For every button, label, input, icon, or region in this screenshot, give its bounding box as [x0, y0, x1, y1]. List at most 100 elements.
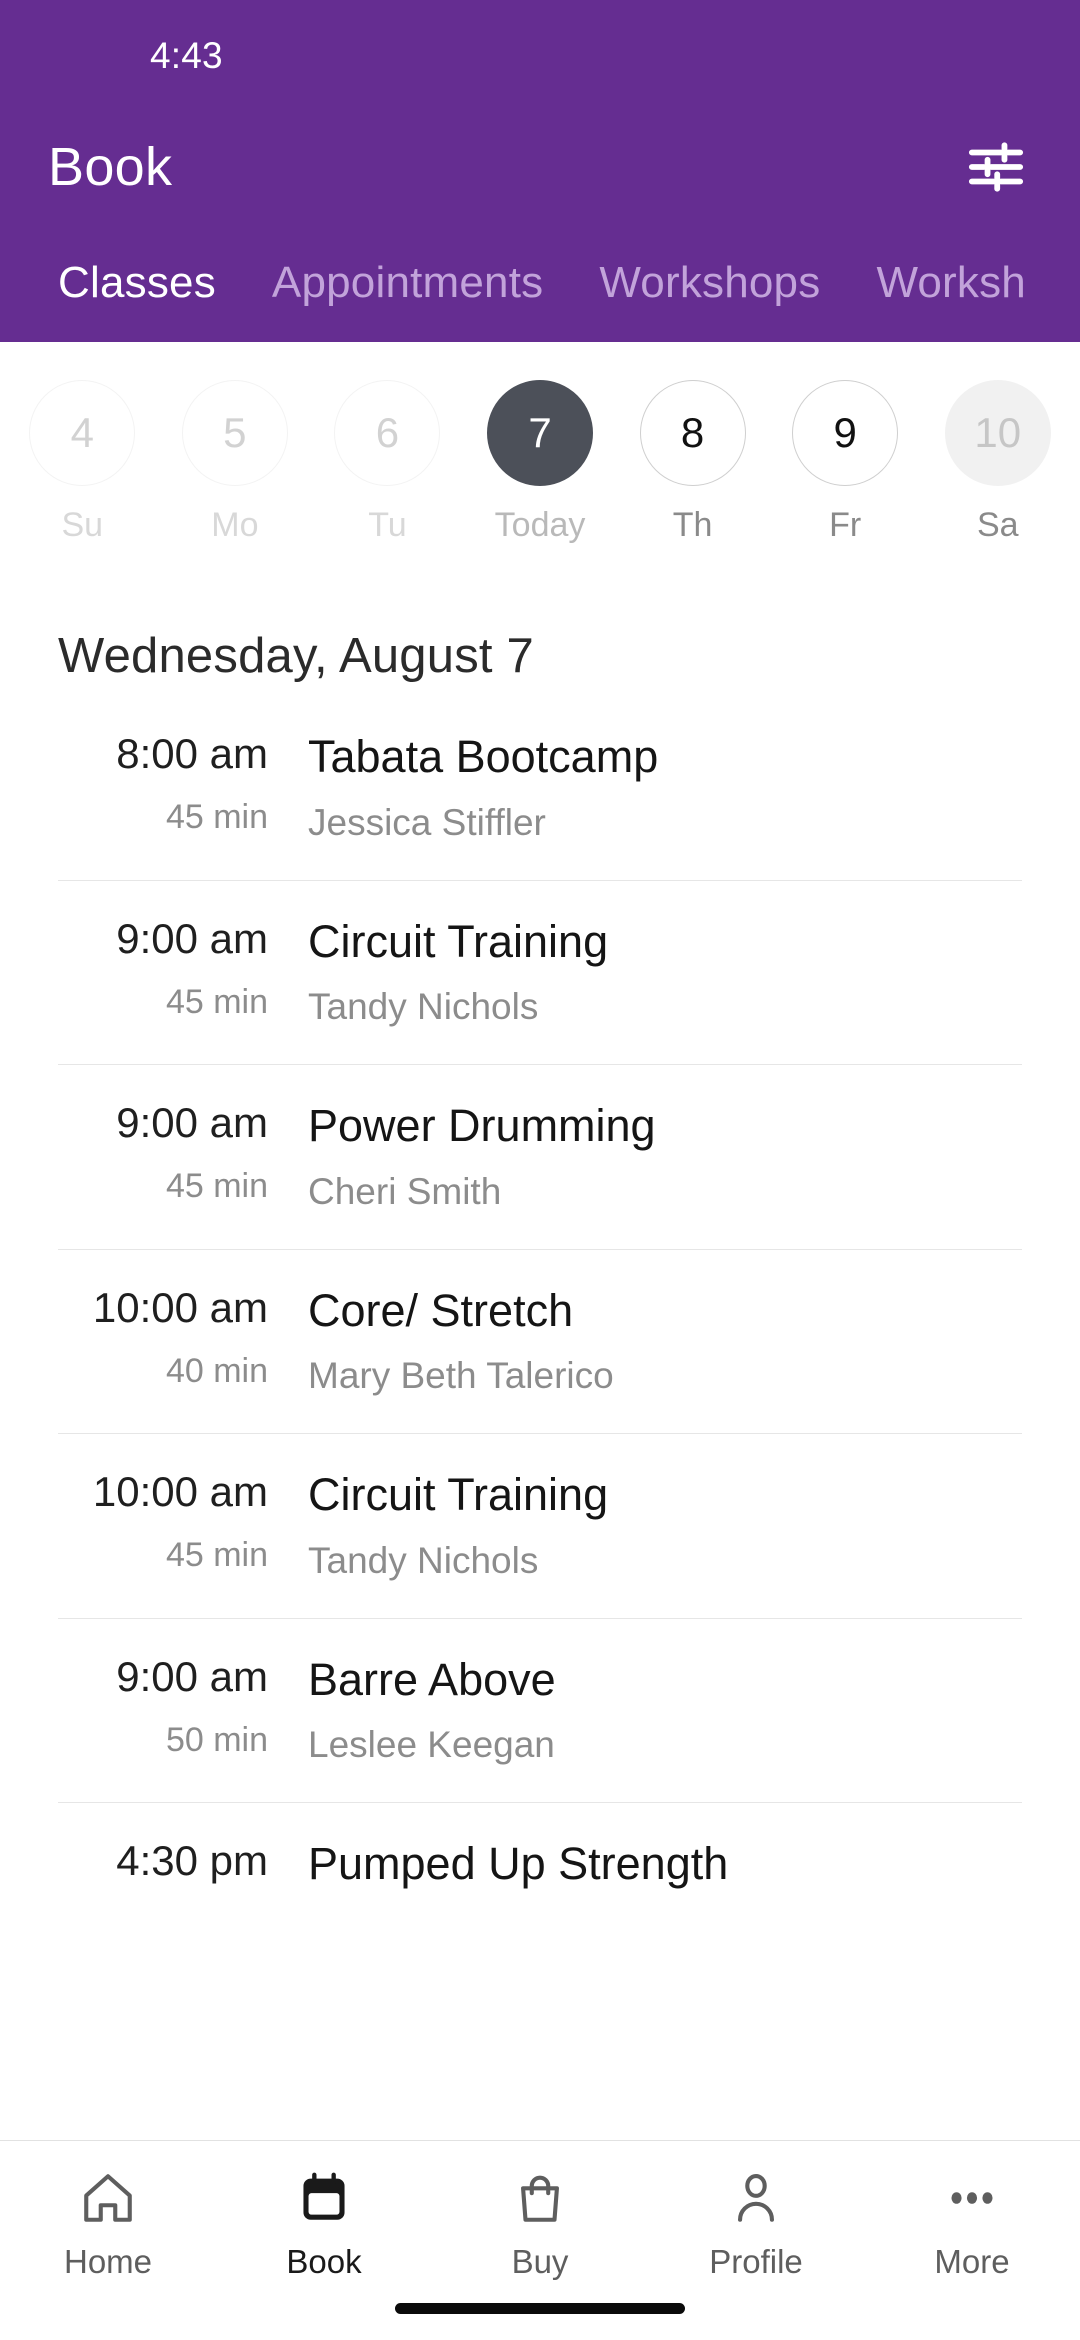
date-cell-10[interactable]: 10 Sa: [921, 379, 1074, 545]
date-number: 6: [334, 379, 441, 486]
class-time-column: 10:00 am 40 min: [58, 1283, 298, 1391]
date-cell-8[interactable]: 8 Th: [616, 379, 769, 545]
nav-label: More: [934, 2243, 1010, 2280]
class-info-column: Power Drumming Cheri Smith: [298, 1101, 1022, 1213]
class-instructor: Leslee Keegan: [308, 1724, 555, 1765]
class-instructor: Cheri Smith: [308, 1170, 502, 1212]
filter-button[interactable]: [958, 131, 1034, 203]
class-info-column: Core/ Stretch Mary Beth Talerico: [298, 1284, 1022, 1398]
class-info-column: Circuit Training Tandy Nichols: [298, 1470, 1022, 1582]
date-number: 10: [944, 379, 1051, 486]
class-time: 10:00 am: [92, 1468, 268, 1515]
class-time-column: 9:00 am 45 min: [58, 1099, 298, 1206]
tab-classes[interactable]: Classes: [30, 258, 244, 342]
class-time-column: 9:00 am 50 min: [58, 1652, 298, 1760]
calendar-icon: [295, 2163, 353, 2233]
nav-label: Buy: [511, 2243, 569, 2280]
class-time-column: 10:00 am 45 min: [58, 1468, 298, 1575]
date-number: 7: [487, 379, 594, 486]
person-icon: [727, 2163, 785, 2233]
date-strip[interactable]: 4 Su 5 Mo 6 Tu 7 Today 8 Th 9 Fr 10 Sa: [0, 342, 1080, 582]
class-instructor: Mary Beth Talerico: [308, 1355, 614, 1396]
tab-workshops-2[interactable]: Worksh: [848, 258, 1054, 342]
tab-workshops[interactable]: Workshops: [571, 258, 848, 342]
date-number: 5: [181, 379, 288, 486]
date-weekday: Sa: [976, 505, 1019, 544]
date-weekday: Fr: [829, 505, 862, 544]
class-name: Core/ Stretch: [308, 1284, 574, 1336]
class-duration: 45 min: [165, 982, 268, 1021]
tab-bar[interactable]: Classes Appointments Workshops Worksh: [0, 222, 1080, 342]
date-cell-7-selected[interactable]: 7 Today: [464, 379, 617, 545]
class-name: Circuit Training: [308, 1469, 609, 1520]
class-name: Barre Above: [308, 1653, 556, 1705]
class-time: 9:00 am: [116, 914, 268, 962]
class-name: Circuit Training: [308, 915, 609, 967]
class-name: Power Drumming: [308, 1100, 656, 1151]
ellipsis-icon: [943, 2163, 1001, 2233]
class-duration: 45 min: [165, 1167, 268, 1206]
class-instructor: Tandy Nichols: [308, 1539, 539, 1581]
nav-item-book[interactable]: Book: [216, 2163, 432, 2281]
nav-item-buy[interactable]: Buy: [432, 2163, 648, 2281]
class-duration: 40 min: [165, 1351, 268, 1390]
class-name: Tabata Bootcamp: [308, 731, 659, 782]
bag-icon: [511, 2163, 569, 2233]
page-title: Book: [48, 137, 173, 197]
title-bar: Book: [0, 112, 1080, 222]
class-duration: 50 min: [165, 1720, 268, 1759]
status-bar-clock: 4:43: [150, 35, 223, 76]
nav-label: Book: [286, 2243, 362, 2280]
class-time: 9:00 am: [116, 1652, 268, 1700]
class-row[interactable]: 9:00 am 50 min Barre Above Leslee Keegan: [58, 1617, 1022, 1803]
class-row[interactable]: 10:00 am 40 min Core/ Stretch Mary Beth …: [58, 1248, 1022, 1434]
class-row[interactable]: 10:00 am 45 min Circuit Training Tandy N…: [58, 1433, 1022, 1618]
nav-item-home[interactable]: Home: [0, 2163, 216, 2281]
status-bar: 4:43: [0, 0, 1080, 112]
date-number: 8: [639, 379, 746, 486]
class-instructor: Jessica Stiffler: [308, 801, 546, 843]
class-time: 4:30 pm: [116, 1837, 268, 1884]
class-instructor: Tandy Nichols: [308, 986, 539, 1027]
sliders-filter-icon: [967, 140, 1025, 194]
tab-appointments[interactable]: Appointments: [244, 258, 571, 342]
home-icon: [79, 2163, 137, 2233]
class-row[interactable]: 9:00 am 45 min Circuit Training Tandy Ni…: [58, 879, 1022, 1065]
class-time: 10:00 am: [92, 1283, 268, 1331]
class-time: 8:00 am: [116, 730, 268, 777]
class-list[interactable]: 8:00 am 45 min Tabata Bootcamp Jessica S…: [0, 718, 1080, 2140]
class-info-column: Tabata Bootcamp Jessica Stiffler: [298, 732, 1022, 844]
date-number: 9: [792, 379, 899, 486]
day-heading: Wednesday, August 7: [58, 629, 534, 683]
class-info-column: Barre Above Leslee Keegan: [298, 1653, 1022, 1767]
nav-item-more[interactable]: More: [864, 2163, 1080, 2281]
class-time-column: 4:30 pm: [58, 1837, 298, 1905]
nav-label: Home: [63, 2243, 153, 2280]
class-row[interactable]: 9:00 am 45 min Power Drumming Cheri Smit…: [58, 1064, 1022, 1249]
date-weekday: Th: [672, 505, 713, 544]
date-cell-5[interactable]: 5 Mo: [159, 379, 312, 545]
class-row[interactable]: 4:30 pm Pumped Up Strength: [58, 1802, 1022, 1945]
class-time: 9:00 am: [116, 1099, 268, 1146]
date-cell-6[interactable]: 6 Tu: [311, 379, 464, 545]
class-time-column: 8:00 am 45 min: [58, 730, 298, 837]
date-number: 4: [29, 379, 136, 486]
date-weekday: Tu: [368, 505, 407, 544]
nav-item-profile[interactable]: Profile: [648, 2163, 864, 2281]
date-weekday: Mo: [211, 505, 259, 544]
date-weekday: Su: [61, 505, 104, 544]
class-row[interactable]: 8:00 am 45 min Tabata Bootcamp Jessica S…: [58, 718, 1022, 880]
date-cell-9[interactable]: 9 Fr: [769, 379, 922, 545]
home-indicator: [395, 2303, 685, 2314]
class-time-column: 9:00 am 45 min: [58, 914, 298, 1022]
date-cell-4[interactable]: 4 Su: [6, 379, 159, 545]
class-info-column: Pumped Up Strength: [298, 1839, 1022, 1909]
app-screen: 4:43 Book Classes Appointments Workshops…: [0, 0, 1080, 2340]
nav-label: Profile: [709, 2243, 803, 2280]
class-duration: 45 min: [165, 798, 268, 837]
class-name: Pumped Up Strength: [308, 1838, 729, 1889]
class-info-column: Circuit Training Tandy Nichols: [298, 915, 1022, 1029]
date-weekday: Today: [494, 505, 586, 544]
class-duration: 45 min: [165, 1536, 268, 1575]
app-header: 4:43 Book Classes Appointments Workshops…: [0, 0, 1080, 342]
